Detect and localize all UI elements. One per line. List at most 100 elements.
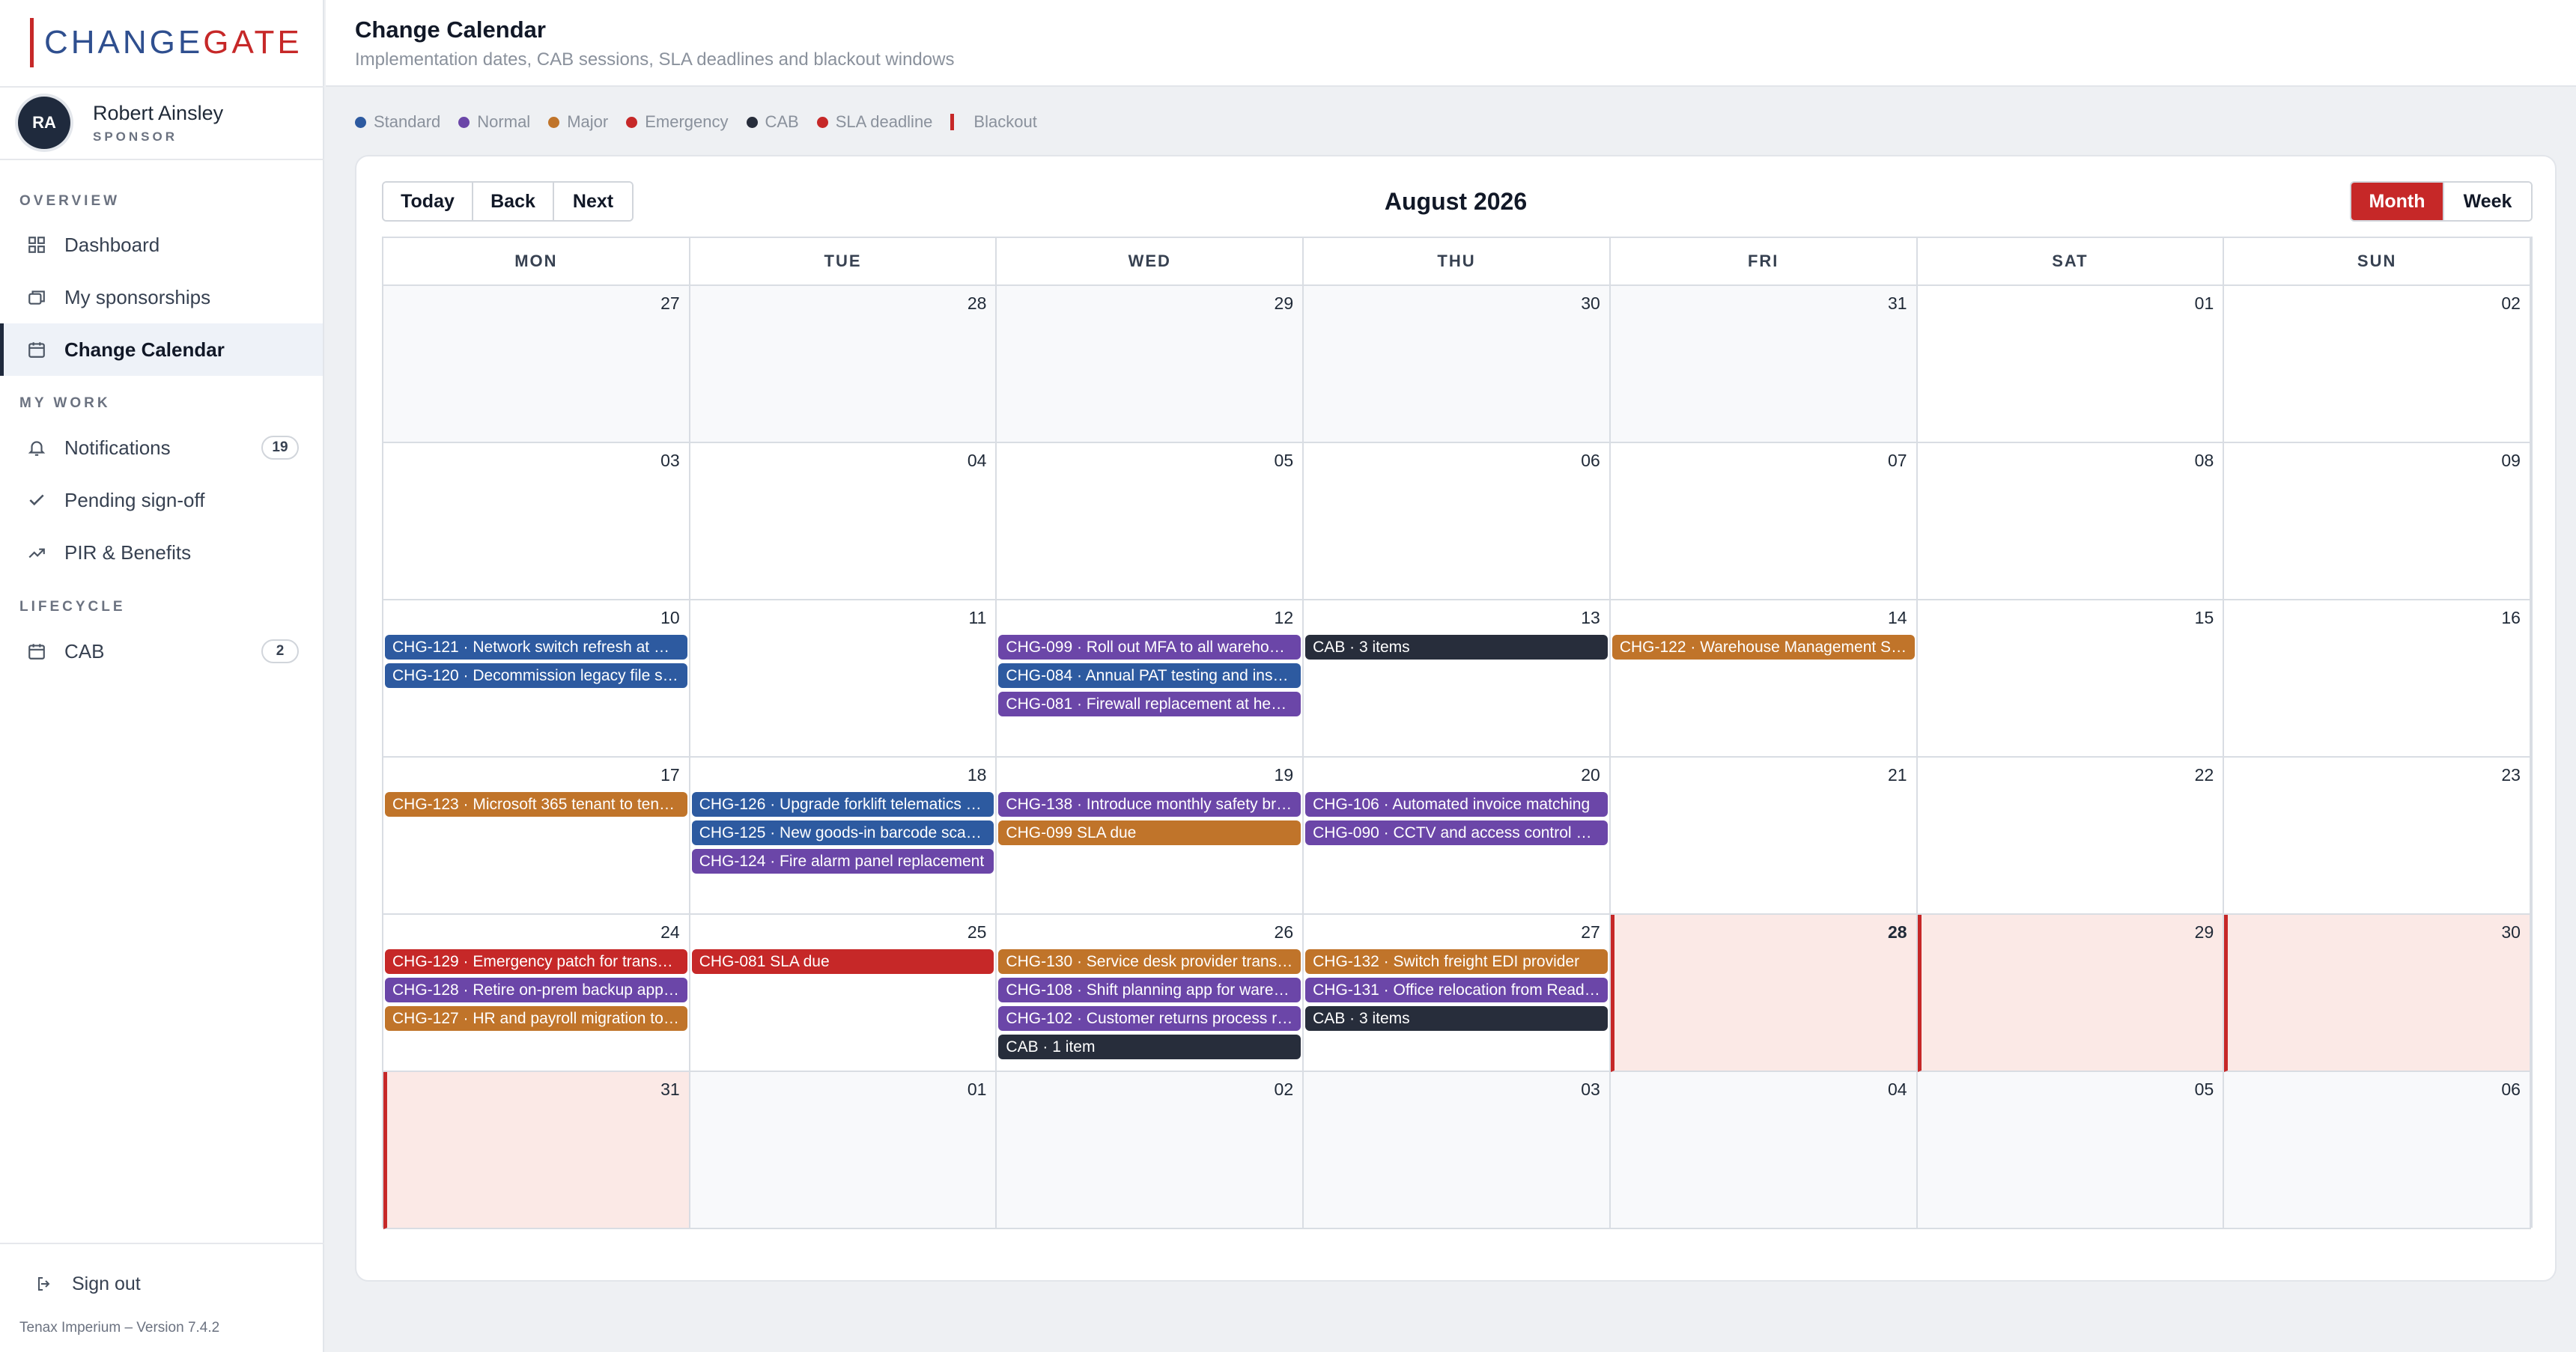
day-cell[interactable]: 28 <box>690 286 997 443</box>
day-cell[interactable]: 14 CHG-122 · Warehouse Management System … <box>1610 600 1918 758</box>
sign-out-icon <box>33 1273 55 1295</box>
day-cell[interactable]: 27 <box>383 286 690 443</box>
sidebar-item-pir-benefits[interactable]: PIR & Benefits <box>0 526 323 579</box>
calendar-legend: Standard Normal Major Emergency CAB SLA deadl… <box>355 112 1055 132</box>
change-event[interactable]: CHG-123 · Microsoft 365 tenant to tenant… <box>385 792 687 817</box>
sidebar-item-dashboard[interactable]: Dashboard <box>0 219 323 271</box>
calendar-icon <box>25 640 48 663</box>
day-cell[interactable]: 04 <box>690 443 997 600</box>
change-event[interactable]: CHG-102 · Customer returns process redes… <box>998 1006 1301 1031</box>
legend-dot-swatch <box>626 116 638 128</box>
change-event[interactable]: CHG-120 · Decommission legacy file serve… <box>385 663 687 688</box>
legend-label: SLA deadline <box>835 112 933 131</box>
day-cell[interactable]: 15 <box>1917 600 2225 758</box>
change-event[interactable]: CHG-132 · Switch freight EDI provider <box>1305 949 1608 974</box>
sidebar-item-pending-sign-off[interactable]: Pending sign-off <box>0 474 323 526</box>
day-cell[interactable]: 05 <box>1917 1072 2225 1229</box>
change-event[interactable]: CHG-138 · Introduce monthly safety brief… <box>998 792 1301 817</box>
change-event[interactable]: CHG-131 · Office relocation from Reading <box>1305 978 1608 1002</box>
day-cell[interactable]: 07 <box>1610 443 1918 600</box>
change-event[interactable]: CHG-128 · Retire on-prem backup applianc… <box>385 978 687 1002</box>
day-number: 18 <box>967 765 987 785</box>
change-event[interactable]: CHG-106 · Automated invoice matching <box>1305 792 1608 817</box>
day-cell[interactable]: 29 <box>1917 915 2225 1072</box>
cab-session-event[interactable]: CAB · 1 item <box>998 1035 1301 1059</box>
sidebar-item-cab[interactable]: CAB 2 <box>0 625 323 677</box>
day-cell[interactable]: 30 <box>1304 286 1611 443</box>
day-cell[interactable]: 24 CHG-129 · Emergency patch for transpor… <box>383 915 690 1072</box>
day-cell[interactable]: 23 <box>2224 758 2531 915</box>
day-cell[interactable]: 26 CHG-130 · Service desk provider transi… <box>997 915 1304 1072</box>
user-profile[interactable]: RA Robert Ainsley SPONSOR <box>18 96 223 150</box>
change-event[interactable]: CHG-099 SLA due <box>998 820 1301 845</box>
legend-label: Major <box>567 112 609 131</box>
change-event[interactable]: CHG-126 · Upgrade forklift telematics un… <box>691 792 994 817</box>
day-cell[interactable]: 06 <box>2224 1072 2531 1229</box>
app-logo[interactable]: CHANGEGATE <box>30 18 303 67</box>
day-cell[interactable]: 04 <box>1610 1072 1918 1229</box>
weekday-header: THU <box>1304 238 1611 286</box>
change-event[interactable]: CHG-125 · New goods-in barcode scanners <box>691 820 994 845</box>
day-cell[interactable]: 19 CHG-138 · Introduce monthly safety bri… <box>997 758 1304 915</box>
day-cell[interactable]: 13 CAB · 3 items <box>1304 600 1611 758</box>
change-event[interactable]: CHG-121 · Network switch refresh at Read… <box>385 635 687 660</box>
app-version: Tenax Imperium – Version 7.4.2 <box>19 1320 220 1336</box>
day-cell[interactable]: 21 <box>1610 758 1918 915</box>
day-cell[interactable]: 02 <box>2224 286 2531 443</box>
day-cell[interactable]: 08 <box>1917 443 2225 600</box>
day-cell[interactable]: 10 CHG-121 · Network switch refresh at Re… <box>383 600 690 758</box>
change-event[interactable]: CHG-130 · Service desk provider transiti… <box>998 949 1301 974</box>
change-event[interactable]: CHG-081 SLA due <box>691 949 994 974</box>
day-number: 12 <box>1274 608 1294 627</box>
day-cell[interactable]: 17 CHG-123 · Microsoft 365 tenant to tena… <box>383 758 690 915</box>
day-cell[interactable]: 03 <box>383 443 690 600</box>
change-event[interactable]: CHG-124 · Fire alarm panel replacement <box>691 849 994 874</box>
day-cell[interactable]: 03 <box>1304 1072 1611 1229</box>
change-event[interactable]: CHG-122 · Warehouse Management System up… <box>1611 635 1915 660</box>
cab-session-event[interactable]: CAB · 3 items <box>1305 1006 1608 1031</box>
change-event[interactable]: CHG-099 · Roll out MFA to all warehouse … <box>998 635 1301 660</box>
month-view-button[interactable]: Month <box>2351 183 2444 220</box>
day-cell[interactable]: 20 CHG-106 · Automated invoice matching CH… <box>1304 758 1611 915</box>
day-cell[interactable]: 16 <box>2224 600 2531 758</box>
page-header: Change Calendar Implementation dates, CA… <box>326 0 2576 87</box>
bell-icon <box>25 436 48 459</box>
day-cell[interactable]: 06 <box>1304 443 1611 600</box>
page-subtitle: Implementation dates, CAB sessions, SLA … <box>355 49 955 70</box>
sidebar-item-notifications[interactable]: Notifications 19 <box>0 421 323 474</box>
day-cell[interactable]: 01 <box>1917 286 2225 443</box>
day-number: 02 <box>1274 1080 1294 1099</box>
day-cell[interactable]: 31 <box>1610 286 1918 443</box>
day-cell[interactable]: 05 <box>997 443 1304 600</box>
day-number: 16 <box>2501 608 2521 627</box>
day-cell[interactable]: 25 CHG-081 SLA due <box>690 915 997 1072</box>
cab-session-event[interactable]: CAB · 3 items <box>1305 635 1608 660</box>
calendar-card: Today Back Next August 2026 Month Week M… <box>355 155 2557 1282</box>
change-event[interactable]: CHG-129 · Emergency patch for transport … <box>385 949 687 974</box>
sidebar-item-change-calendar[interactable]: Change Calendar <box>0 323 323 376</box>
day-cell[interactable]: 12 CHG-099 · Roll out MFA to all warehous… <box>997 600 1304 758</box>
day-cell[interactable]: 31 <box>383 1072 690 1229</box>
change-event[interactable]: CHG-090 · CCTV and access control upgrad… <box>1305 820 1608 845</box>
sidebar-divider <box>0 1243 324 1244</box>
week-view-button[interactable]: Week <box>2444 183 2531 220</box>
day-cell[interactable]: 29 <box>997 286 1304 443</box>
day-cell[interactable]: 30 <box>2224 915 2531 1072</box>
legend-dot-swatch <box>746 116 758 128</box>
day-cell[interactable]: 11 <box>690 600 997 758</box>
day-cell[interactable]: 27 CHG-132 · Switch freight EDI provider C… <box>1304 915 1611 1072</box>
day-cell[interactable]: 02 <box>997 1072 1304 1229</box>
legend-label: Emergency <box>645 112 729 131</box>
day-cell[interactable]: 09 <box>2224 443 2531 600</box>
day-cell[interactable]: 18 CHG-126 · Upgrade forklift telematics … <box>690 758 997 915</box>
sign-out-button[interactable]: Sign out <box>0 1258 323 1310</box>
day-cell[interactable]: 01 <box>690 1072 997 1229</box>
change-event[interactable]: CHG-081 · Firewall replacement at head o… <box>998 692 1301 716</box>
sidebar-item-my-sponsorships[interactable]: My sponsorships <box>0 271 323 323</box>
change-event[interactable]: CHG-127 · HR and payroll migration to cl… <box>385 1006 687 1031</box>
day-cell[interactable]: 28 <box>1610 915 1918 1072</box>
day-cell[interactable]: 22 <box>1917 758 2225 915</box>
change-event[interactable]: CHG-108 · Shift planning app for warehou… <box>998 978 1301 1002</box>
change-event[interactable]: CHG-084 · Annual PAT testing and inspect… <box>998 663 1301 688</box>
day-number: 01 <box>967 1080 987 1099</box>
